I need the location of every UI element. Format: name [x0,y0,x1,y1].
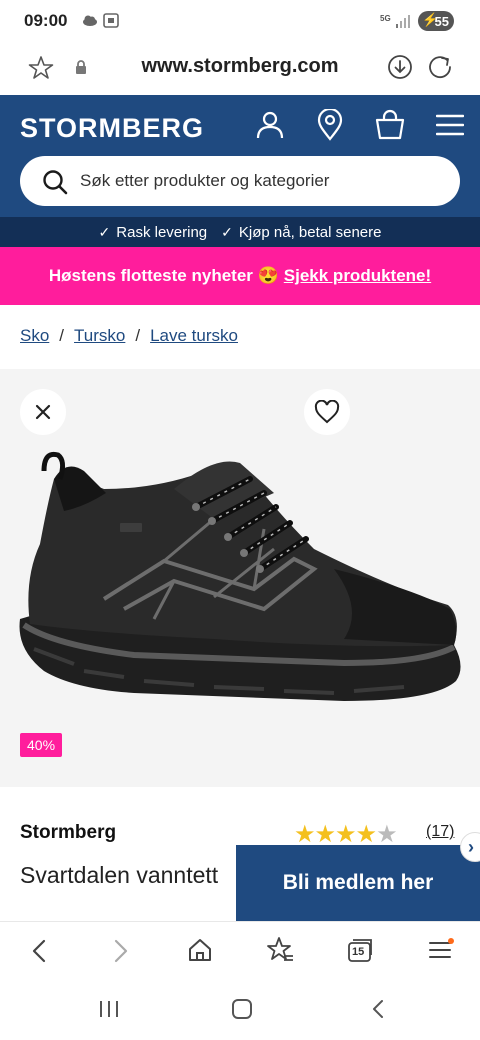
browser-address-bar: www.stormberg.com [0,42,480,94]
reload-icon[interactable] [427,54,453,80]
browser-toolbar: 15 [0,921,480,979]
back-system-icon[interactable] [368,998,388,1020]
status-bar: 09:00 5G ⚡ 55 [0,0,480,42]
system-navigation-bar [0,979,480,1040]
close-button[interactable] [20,389,66,435]
forward-icon[interactable] [110,938,132,964]
become-member-button[interactable]: Bli medlem her [236,845,480,921]
star-icon: ★ [335,821,356,848]
store-locator-icon[interactable] [315,109,345,141]
product-name: Svartdalen vanntett [20,862,219,888]
star-empty-icon: ★ [376,821,397,848]
battery-bolt-icon: ⚡ [422,12,439,27]
menu-icon[interactable] [436,114,464,136]
close-icon [35,404,51,420]
search-icon [43,170,68,195]
usp-bar: ✓ Rask levering ✓ Kjøp nå, betal senere [0,217,480,247]
usp-label: Kjøp nå, betal senere [238,223,382,241]
browser-menu-icon[interactable] [428,938,454,962]
search-placeholder: Søk etter produkter og kategorier [80,171,330,190]
breadcrumb-separator: / [135,326,141,345]
star-icon: ★ [314,821,336,848]
account-icon[interactable] [254,110,286,140]
signal-5g-icon: 5G [380,14,410,28]
breadcrumb-item[interactable]: Sko [20,326,49,346]
status-time: 09:00 [24,11,68,30]
usp-item: ✓ Rask levering [99,224,208,241]
breadcrumb-separator: / [59,326,65,345]
bookmarks-icon[interactable] [266,936,294,964]
breadcrumb-item[interactable]: Tursko [74,326,125,346]
battery-indicator: ⚡ 55 [418,11,454,31]
tabs-button[interactable]: 15 [347,938,373,962]
cloud-icon [83,15,97,26]
review-count-link[interactable]: (17) [426,823,454,841]
promo-link[interactable]: Sjekk produktene! [284,266,431,286]
check-icon: ✓ [221,223,233,240]
star-icon: ★ [294,821,315,848]
usp-label: Rask levering [116,223,208,241]
site-header: STORMBERG Søk etter produkter og kategor… [0,95,480,217]
stormberg-logo[interactable]: STORMBERG [20,113,204,144]
svg-text:5G: 5G [380,14,391,23]
product-shoe-image [19,451,461,701]
product-brand: Stormberg [20,822,117,843]
screenshot-icon [103,13,119,28]
wishlist-button[interactable] [304,389,350,435]
tab-count: 15 [352,946,365,958]
promo-text: Høstens flotteste nyheter 😍 [48,266,279,285]
home-system-icon[interactable] [230,997,254,1021]
product-gallery[interactable]: 40% [0,369,480,787]
promo-banner: Høstens flotteste nyheter 😍 Sjekk produk… [0,247,480,305]
discount-badge: 40% [20,733,63,757]
shopping-bag-icon[interactable] [374,109,406,141]
back-icon[interactable] [28,938,50,964]
search-bar[interactable]: Søk etter produkter og kategorier [20,156,460,206]
chevron-right-icon: › [468,836,474,857]
download-icon[interactable] [387,54,413,80]
usp-item: ✓ Kjøp nå, betal senere [221,224,381,241]
home-icon[interactable] [187,937,213,963]
breadcrumb: Sko / Tursko / Lave tursko [20,326,238,346]
heart-icon [314,400,340,424]
star-icon: ★ [355,821,377,848]
recent-apps-icon[interactable] [98,999,120,1019]
check-icon: ✓ [98,223,111,240]
breadcrumb-item[interactable]: Lave tursko [150,326,238,346]
